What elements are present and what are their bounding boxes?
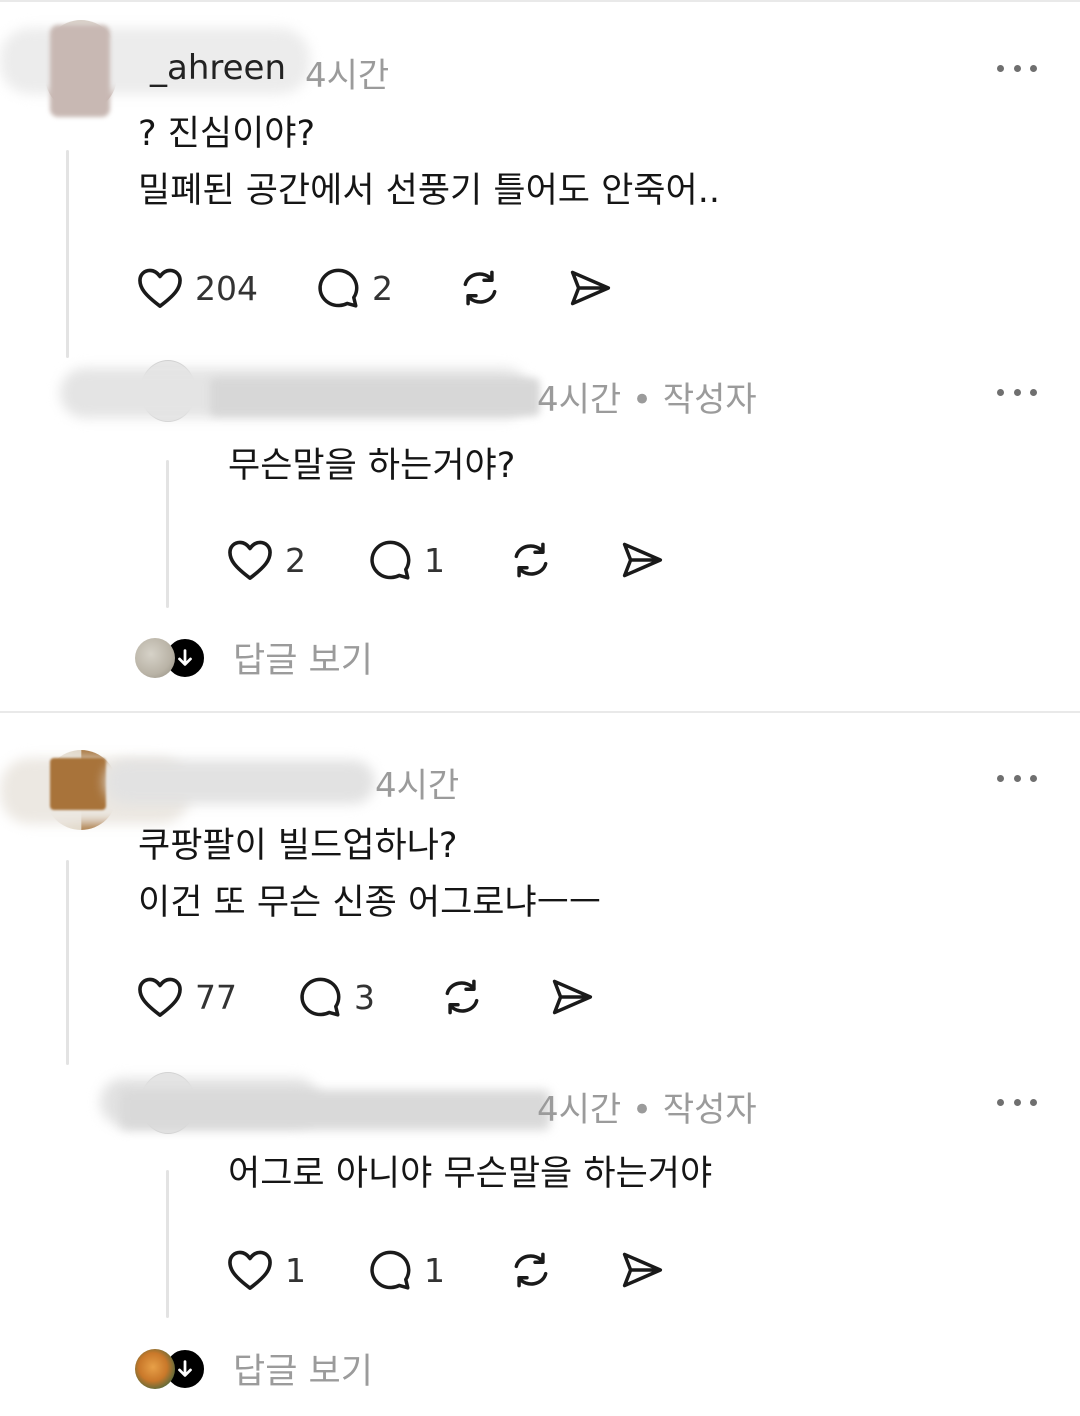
repost-icon xyxy=(445,979,479,1015)
repost-button[interactable] xyxy=(508,538,554,582)
more-options-icon[interactable] xyxy=(997,1094,1037,1110)
send-icon xyxy=(622,1252,663,1288)
repost-button[interactable] xyxy=(508,1248,554,1292)
heart-icon xyxy=(138,268,182,308)
reply-meta: 4시간 • 작성자 xyxy=(537,1090,757,1130)
username-redaction xyxy=(50,25,110,117)
username-redaction xyxy=(210,378,540,416)
like-count: 1 xyxy=(285,1250,306,1290)
heart-icon xyxy=(228,540,272,580)
send-icon xyxy=(552,979,593,1015)
comment-count: 2 xyxy=(372,268,393,308)
heart-icon xyxy=(138,977,182,1017)
top-divider xyxy=(0,0,1080,2)
avatar xyxy=(135,1348,175,1389)
view-replies-button[interactable]: 답글 보기 xyxy=(135,1343,373,1394)
post-text-line-1: ? 진심이야? xyxy=(138,114,316,154)
comment-bubble-icon xyxy=(370,1250,411,1290)
post-time: 4시간 xyxy=(375,766,460,806)
username-redaction xyxy=(120,1090,550,1130)
share-button[interactable] xyxy=(567,266,613,310)
username-text[interactable]: _ahreen xyxy=(150,48,286,88)
view-replies-button[interactable]: 답글 보기 xyxy=(135,632,373,683)
avatar xyxy=(135,637,175,678)
view-replies-label: 답글 보기 xyxy=(233,641,373,681)
like-button[interactable]: 2 xyxy=(227,538,306,582)
like-count: 204 xyxy=(195,268,258,308)
more-options-icon[interactable] xyxy=(997,384,1037,400)
heart-icon xyxy=(228,1250,272,1290)
username-redaction xyxy=(50,758,106,810)
like-count: 77 xyxy=(195,977,237,1017)
view-replies-label: 답글 보기 xyxy=(233,1352,373,1392)
comment-button[interactable]: 1 xyxy=(368,538,445,582)
more-options-icon[interactable] xyxy=(997,60,1037,76)
share-button[interactable] xyxy=(619,538,665,582)
comment-bubble-icon xyxy=(300,977,341,1017)
more-options-icon[interactable] xyxy=(997,770,1037,786)
comment-button[interactable]: 1 xyxy=(368,1248,445,1292)
comment-bubble-icon xyxy=(370,540,411,580)
comment-count: 3 xyxy=(354,977,375,1017)
reply-text: 어그로 아니야 무슨말을 하는거야 xyxy=(228,1154,713,1194)
comment-count: 1 xyxy=(424,1250,445,1290)
username-redaction xyxy=(105,760,375,804)
send-icon xyxy=(570,270,611,306)
reply-meta: 4시간 • 작성자 xyxy=(537,380,757,420)
post-text-line-2: 이건 또 무슨 신종 어그로냐ㅡㅡ xyxy=(138,883,602,923)
post-text-line-2: 밀폐된 공간에서 선풍기 틀어도 안죽어.. xyxy=(138,171,720,211)
post-time: 4시간 xyxy=(305,56,390,96)
comment-bubble-icon xyxy=(318,268,359,308)
comment-button[interactable]: 3 xyxy=(298,975,375,1019)
send-icon xyxy=(622,542,663,578)
like-count: 2 xyxy=(285,540,306,580)
like-button[interactable]: 1 xyxy=(227,1248,306,1292)
post-text-line-1: 쿠팡팔이 빌드업하나? xyxy=(138,826,458,866)
thread-line xyxy=(166,460,169,608)
like-button[interactable]: 204 xyxy=(137,266,258,310)
share-button[interactable] xyxy=(549,975,595,1019)
thread-line xyxy=(66,150,69,358)
share-button[interactable] xyxy=(619,1248,665,1292)
thread-line xyxy=(166,1170,169,1318)
repost-icon xyxy=(514,542,548,578)
post-divider xyxy=(0,711,1080,713)
repost-icon xyxy=(463,270,497,306)
repost-button[interactable] xyxy=(457,266,503,310)
like-button[interactable]: 77 xyxy=(137,975,237,1019)
thread-line xyxy=(66,860,69,1065)
comment-button[interactable]: 2 xyxy=(316,266,393,310)
username[interactable]: _ahreen xyxy=(150,48,286,88)
repost-button[interactable] xyxy=(439,975,485,1019)
comment-count: 1 xyxy=(424,540,445,580)
repost-icon xyxy=(514,1252,548,1288)
reply-text: 무슨말을 하는거야? xyxy=(228,446,516,486)
